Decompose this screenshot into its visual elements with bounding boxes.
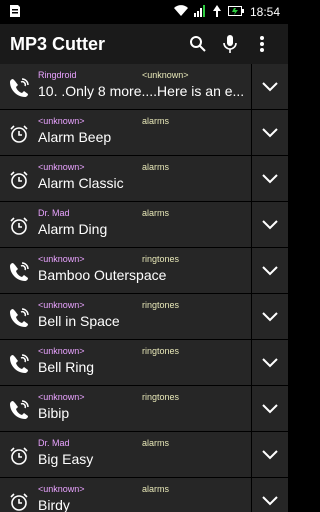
notification-icon [8,4,22,21]
item-title: Bell in Space [38,313,120,329]
alarm-clock-icon [0,434,38,478]
item-album: ringtones [142,392,180,402]
item-title: Bamboo Outerspace [38,267,167,283]
data-icon [212,4,222,20]
list-item[interactable]: <unknown> ringtones Bibip [0,386,288,432]
item-album: alarms [142,162,170,172]
alarm-clock-icon [0,112,38,156]
chevron-down-icon[interactable] [252,248,288,293]
item-artist: <unknown> [38,484,85,494]
overflow-menu-icon[interactable] [246,28,278,60]
microphone-icon[interactable] [214,28,246,60]
signal-icon [193,4,206,20]
item-album: ringtones [142,254,180,264]
status-bar: 18:54 [0,0,288,24]
item-album: alarms [142,208,170,218]
item-album: alarms [142,484,170,494]
list-item[interactable]: Dr. Mad alarms Alarm Ding [0,202,288,248]
item-album: <unknown> [142,70,189,80]
ringtone-icon [0,388,38,432]
wifi-icon [173,4,188,20]
list-item[interactable]: <unknown> ringtones Bell Ring [0,340,288,386]
item-title: Big Easy [38,451,94,467]
list-item[interactable]: <unknown> ringtones Bell in Space [0,294,288,340]
search-icon[interactable] [182,28,214,60]
chevron-down-icon[interactable] [252,64,288,109]
item-artist: <unknown> [38,392,85,402]
alarm-clock-icon [0,204,38,248]
item-title: Alarm Ding [38,221,108,237]
chevron-down-icon[interactable] [252,202,288,247]
list-item[interactable]: Ringdroid <unknown> 10. .Only 8 more....… [0,64,288,110]
chevron-down-icon[interactable] [252,432,288,477]
item-title: Bibip [38,405,70,421]
item-artist: Dr. Mad [38,208,70,218]
list-item[interactable]: <unknown> alarms Alarm Beep [0,110,288,156]
ringtone-icon [0,250,38,294]
item-title: Birdy [38,497,70,512]
item-album: alarms [142,438,170,448]
status-time: 18:54 [249,5,280,19]
chevron-down-icon[interactable] [252,340,288,385]
item-album: ringtones [142,300,180,310]
alarm-clock-icon [0,158,38,202]
list-item[interactable]: Dr. Mad alarms Big Easy [0,432,288,478]
item-title: Bell Ring [38,359,95,375]
item-title: Alarm Beep [38,129,112,145]
item-artist: Dr. Mad [38,438,70,448]
item-title: Alarm Classic [38,175,124,191]
item-album: ringtones [142,346,180,356]
ringtone-icon [0,296,38,340]
ringtone-icon [0,342,38,386]
chevron-down-icon[interactable] [252,110,288,155]
item-artist: <unknown> [38,254,85,264]
item-artist: Ringdroid [38,70,77,80]
item-artist: <unknown> [38,116,85,126]
item-title: 10. .Only 8 more....Here is an e... [38,83,245,99]
ringtone-icon [0,66,38,110]
item-artist: <unknown> [38,162,85,172]
battery-icon [227,5,244,20]
item-album: alarms [142,116,170,126]
chevron-down-icon[interactable] [252,294,288,339]
item-artist: <unknown> [38,346,85,356]
item-artist: <unknown> [38,300,85,310]
list-item[interactable]: <unknown> alarms Alarm Classic [0,156,288,202]
app-title: MP3 Cutter [10,33,106,54]
toolbar: MP3 Cutter [0,24,288,64]
list-item[interactable]: <unknown> ringtones Bamboo Outerspace [0,248,288,294]
chevron-down-icon[interactable] [252,478,288,512]
sound-list[interactable]: Ringdroid <unknown> 10. .Only 8 more....… [0,64,288,512]
chevron-down-icon[interactable] [252,156,288,201]
alarm-clock-icon [0,480,38,512]
chevron-down-icon[interactable] [252,386,288,431]
list-item[interactable]: <unknown> alarms Birdy [0,478,288,512]
